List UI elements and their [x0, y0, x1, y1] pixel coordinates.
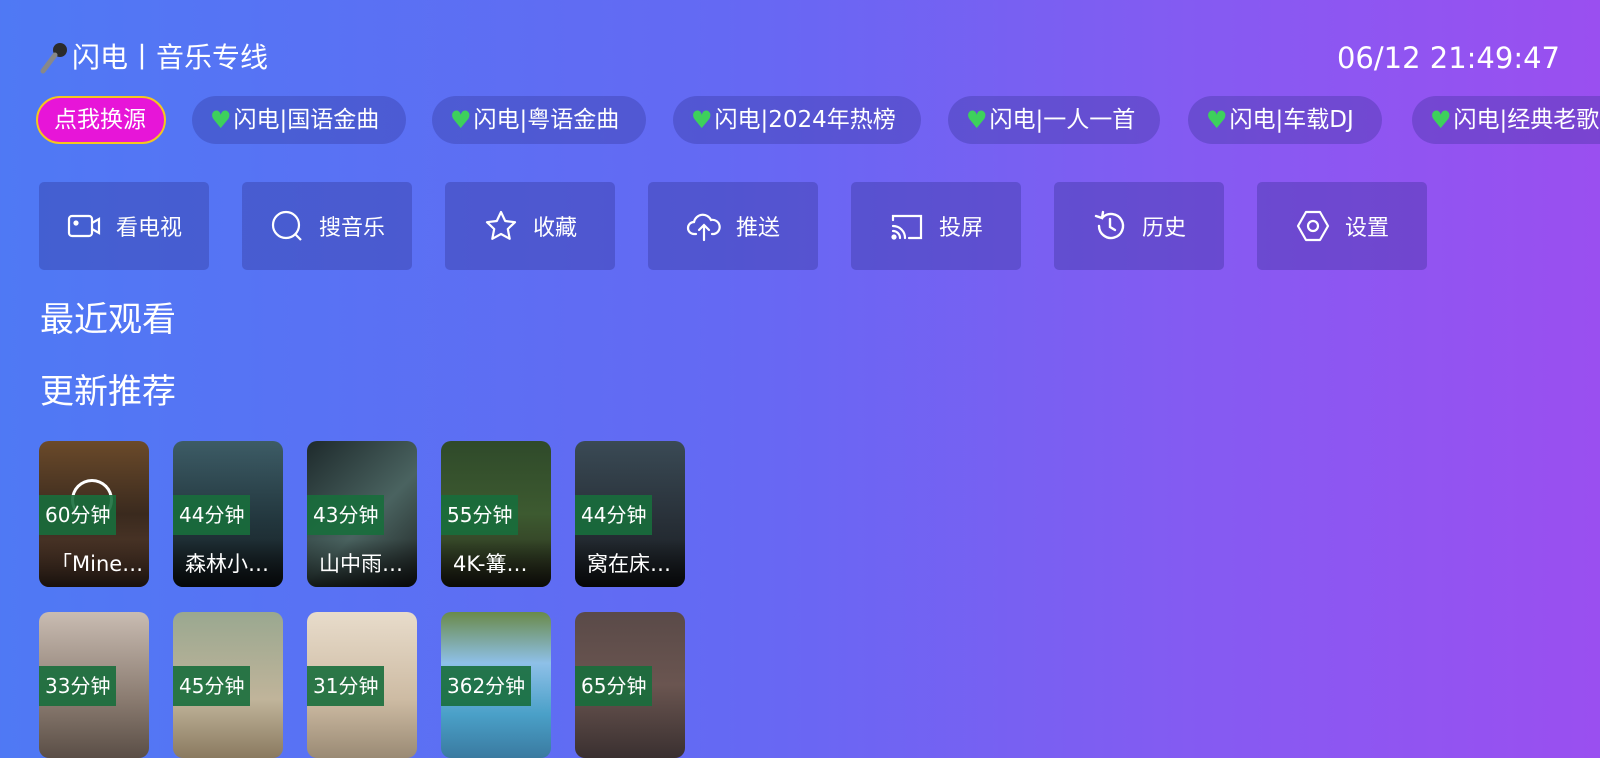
star-icon [485, 210, 517, 240]
duration-badge: 60分钟 [39, 495, 117, 535]
video-card[interactable]: 65分钟 [575, 612, 685, 758]
chip-yueyu[interactable]: ♥ 闪电|粤语金曲 [432, 96, 646, 144]
chip-label: 闪电|车载DJ [1229, 107, 1354, 133]
chip-2024[interactable]: ♥ 闪电|2024年热榜 [673, 96, 921, 144]
settings-hexagon-icon [1296, 210, 1330, 242]
heart-icon: ♥ [210, 106, 232, 134]
video-card[interactable]: 60分钟 「Mine… [39, 441, 149, 587]
nav-watch-tv[interactable]: 看电视 [39, 182, 209, 270]
cloud-upload-icon [686, 213, 721, 242]
chip-jingdian[interactable]: ♥ 闪电|经典老歌 [1412, 96, 1600, 144]
tv-camera-icon [67, 214, 101, 238]
video-title: 森林小… [173, 539, 283, 587]
recommended-section-title: 更新推荐 [40, 372, 176, 412]
duration-badge: 33分钟 [39, 666, 117, 706]
nav-favorites[interactable]: 收藏 [445, 182, 615, 270]
recent-section-title: 最近观看 [40, 300, 176, 340]
clock: 06/12 21:49:47 [1336, 41, 1560, 75]
duration-badge: 44分钟 [173, 495, 251, 535]
nav-settings[interactable]: 设置 [1257, 182, 1427, 270]
duration-badge: 43分钟 [307, 495, 385, 535]
nav-label: 看电视 [115, 216, 182, 241]
chip-chezai-dj[interactable]: ♥ 闪电|车载DJ [1188, 96, 1382, 144]
heart-icon: ♥ [1430, 106, 1452, 134]
nav-label: 推送 [735, 216, 780, 241]
duration-badge: 362分钟 [441, 666, 532, 706]
video-card[interactable]: 55分钟 4K-篝… [441, 441, 551, 587]
video-card[interactable]: 362分钟 [441, 612, 551, 758]
chip-label: 闪电|经典老歌 [1453, 107, 1600, 133]
nav-search-music[interactable]: 搜音乐 [242, 182, 412, 270]
app-title-text: 闪电丨音乐专线 [72, 41, 269, 74]
microphone-icon [40, 43, 67, 74]
nav-cast[interactable]: 投屏 [851, 182, 1021, 270]
video-title: 山中雨… [307, 539, 417, 587]
heart-icon: ♥ [450, 106, 472, 134]
nav-label: 设置 [1344, 216, 1389, 241]
duration-badge: 55分钟 [441, 495, 519, 535]
heart-icon: ♥ [691, 106, 713, 134]
duration-badge: 44分钟 [575, 495, 653, 535]
video-title: 4K-篝… [441, 539, 551, 587]
nav-label: 历史 [1141, 216, 1186, 241]
video-title: 窝在床… [575, 539, 685, 587]
video-card[interactable]: 45分钟 [173, 612, 283, 758]
chip-yirenyishou[interactable]: ♥ 闪电|一人一首 [948, 96, 1160, 144]
chip-label: 闪电|2024年热榜 [714, 107, 896, 133]
nav-label: 收藏 [532, 216, 577, 241]
video-card[interactable]: 33分钟 [39, 612, 149, 758]
video-card[interactable]: 44分钟 窝在床… [575, 441, 685, 587]
app-title: 闪电丨音乐专线 [38, 38, 268, 78]
chip-guoyu[interactable]: ♥ 闪电|国语金曲 [192, 96, 406, 144]
channel-chip-bar: 点我换源 ♥ 闪电|国语金曲 ♥ 闪电|粤语金曲 ♥ 闪电|2024年热榜 ♥ … [36, 96, 1600, 146]
search-icon [271, 210, 302, 241]
video-card[interactable]: 43分钟 山中雨… [307, 441, 417, 587]
chip-label: 闪电|一人一首 [989, 107, 1136, 133]
switch-source-label: 点我换源 [54, 107, 146, 133]
duration-badge: 65分钟 [575, 666, 653, 706]
heart-icon: ♥ [1206, 106, 1228, 134]
video-card[interactable]: 44分钟 森林小… [173, 441, 283, 587]
chip-label: 闪电|国语金曲 [233, 107, 380, 133]
video-card[interactable]: 31分钟 [307, 612, 417, 758]
nav-label: 搜音乐 [318, 216, 385, 241]
nav-history[interactable]: 历史 [1054, 182, 1224, 270]
heart-icon: ♥ [966, 106, 988, 134]
duration-badge: 31分钟 [307, 666, 385, 706]
nav-push[interactable]: 推送 [648, 182, 818, 270]
video-title: 「Mine… [39, 539, 149, 587]
duration-badge: 45分钟 [173, 666, 251, 706]
switch-source-button[interactable]: 点我换源 [36, 96, 166, 144]
chip-label: 闪电|粤语金曲 [473, 107, 620, 133]
history-icon [1094, 210, 1125, 240]
cast-icon [891, 214, 923, 240]
nav-label: 投屏 [938, 216, 983, 241]
header: 闪电丨音乐专线 06/12 21:49:47 [38, 38, 1560, 78]
